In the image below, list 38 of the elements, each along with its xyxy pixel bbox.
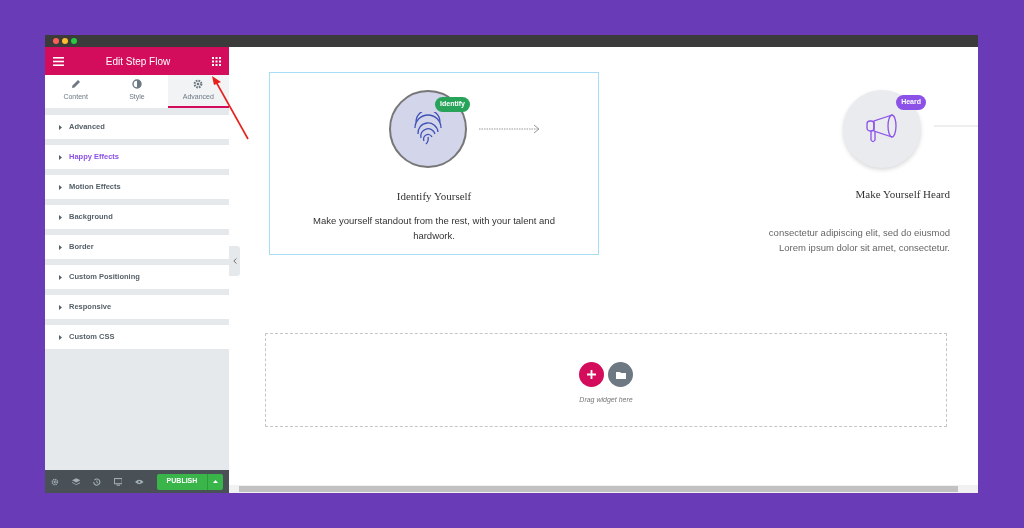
menu-icon[interactable]	[53, 56, 64, 66]
minimize-dot[interactable]	[62, 38, 68, 44]
settings-icon	[193, 78, 204, 89]
dotted-arrow	[479, 124, 541, 134]
horizontal-scrollbar[interactable]	[229, 485, 978, 493]
megaphone-icon	[865, 113, 899, 145]
step-description: Make yourself standout from the rest, with your talent and hardwork.	[312, 213, 556, 243]
grid-icon[interactable]	[212, 56, 221, 66]
caret-icon	[59, 124, 62, 130]
layers-icon[interactable]	[71, 477, 81, 486]
panel-title: Edit Step Flow	[105, 54, 171, 69]
folder-icon	[615, 370, 626, 379]
step-description: consectetur adipiscing elit, sed do eiusmod Lorem ipsum dolor sit amet, consectetur.	[768, 225, 950, 255]
caret-icon	[59, 154, 62, 160]
step-title: Identify Yourself	[396, 189, 472, 204]
add-section-button[interactable]	[579, 362, 604, 388]
caret-icon	[59, 214, 62, 220]
fingerprint-icon	[412, 112, 444, 146]
caret-icon	[59, 304, 62, 310]
settings-icon[interactable]	[51, 477, 59, 486]
eye-icon[interactable]	[135, 478, 144, 485]
collapse-panel-handle[interactable]	[229, 246, 240, 276]
pencil-icon	[70, 78, 81, 89]
desktop-icon[interactable]	[113, 477, 123, 486]
caret-icon	[59, 274, 62, 280]
caret-icon	[59, 244, 62, 250]
chevron-left-icon	[232, 258, 237, 264]
history-icon[interactable]	[93, 477, 101, 486]
step-title: Make Yourself Heard	[855, 187, 950, 202]
caret-icon	[59, 184, 62, 190]
caret-icon	[213, 480, 218, 483]
zoom-dot[interactable]	[71, 38, 77, 44]
contrast-icon	[132, 78, 142, 89]
close-dot[interactable]	[53, 38, 59, 44]
caret-icon	[59, 334, 62, 340]
plus-icon	[587, 370, 596, 380]
template-library-button[interactable]	[608, 362, 633, 388]
scrollbar-thumb[interactable]	[239, 486, 958, 492]
